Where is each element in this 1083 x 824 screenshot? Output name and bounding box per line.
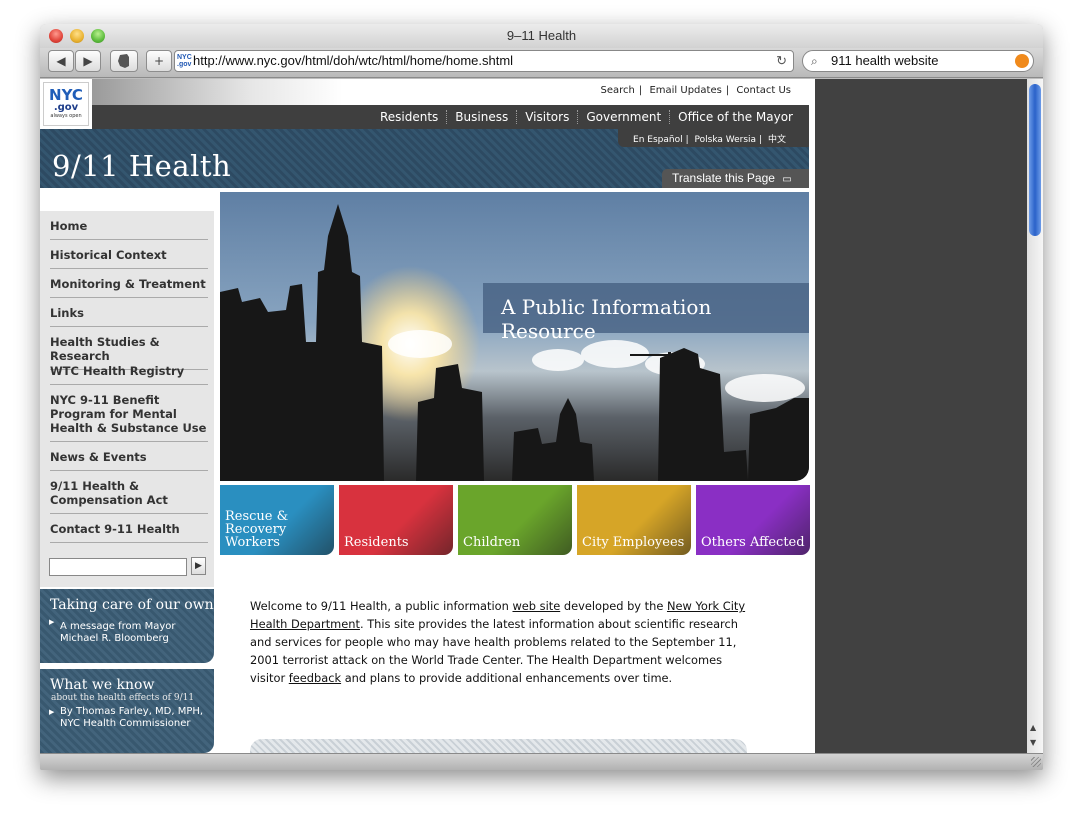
search-link[interactable]: Search <box>601 85 635 96</box>
browser-window: 9–11 Health ◀ ▶ + NYC .gov http://www.nyc… <box>40 24 1043 770</box>
window-title: 9–11 Health <box>506 28 577 43</box>
favicon-icon: NYC .gov <box>177 54 192 68</box>
sidebar-search-input[interactable] <box>49 558 187 576</box>
arrow-right-icon: ▶ <box>195 561 202 571</box>
nav-visitors[interactable]: Visitors <box>516 110 577 124</box>
address-bar[interactable]: NYC .gov http://www.nyc.gov/html/doh/wtc/… <box>174 50 794 72</box>
status-bar <box>40 753 1043 770</box>
intro-text-1: Welcome to 9/11 Health, a public informa… <box>250 599 513 613</box>
sidebar-item-benefit-program[interactable]: NYC 9-11 Benefit Program for Mental Heal… <box>50 393 208 442</box>
scroll-thumb[interactable] <box>1029 84 1041 236</box>
site-banner: En Español | Polska Wersia | 中文 9/11 Healt… <box>40 129 809 188</box>
nav-residents[interactable]: Residents <box>372 110 446 124</box>
tile-residents[interactable]: Residents <box>339 485 453 555</box>
elephant-icon <box>118 54 129 68</box>
speech-bubble-icon: ▭ <box>782 174 792 185</box>
email-updates-link[interactable]: Email Updates <box>649 85 721 96</box>
forward-icon: ▶ <box>83 54 93 68</box>
browser-viewport: NYC .gov always open Search | Email Updat… <box>40 79 1043 753</box>
promo-title: Taking care of our own <box>50 597 214 613</box>
forward-button[interactable]: ▶ <box>75 50 101 72</box>
sidebar-item-compensation-act[interactable]: 9/11 Health & Compensation Act <box>50 479 208 514</box>
tile-label: City Employees <box>582 535 685 550</box>
promo-taking-care[interactable]: Taking care of our own A message from Ma… <box>40 589 214 663</box>
tile-rescue-recovery-workers[interactable]: Rescue & Recovery Workers <box>220 485 334 555</box>
browser-toolbar: ◀ ▶ + NYC .gov http://www.nyc.gov/html/do… <box>40 48 1043 78</box>
sidebar-item-links[interactable]: Links <box>50 306 208 327</box>
lang-polish[interactable]: Polska Wersia <box>695 135 757 145</box>
promo-what-we-know[interactable]: What we know about the health effects of… <box>40 669 214 753</box>
nav-business[interactable]: Business <box>446 110 516 124</box>
back-icon: ◀ <box>56 54 66 68</box>
site-title: 9/11 Health <box>52 149 232 183</box>
language-links: En Español | Polska Wersia | 中文 <box>618 129 809 147</box>
search-field[interactable]: ⌕ 911 health website <box>802 50 1034 72</box>
top-header-bar: Search | Email Updates | Contact Us <box>92 79 809 105</box>
promo-subtitle: about the health effects of 9/11 <box>51 693 195 703</box>
title-bar: 9–11 Health <box>40 24 1043 48</box>
tile-others-affected[interactable]: Others Affected <box>696 485 810 555</box>
tile-label: Rescue & Recovery Workers <box>225 509 289 550</box>
web-site-link[interactable]: web site <box>512 599 560 613</box>
back-button[interactable]: ◀ <box>48 50 74 72</box>
main-nav: Residents Business Visitors Government O… <box>92 105 809 129</box>
tile-city-employees[interactable]: City Employees <box>577 485 691 555</box>
logo-text: NYC <box>49 86 83 104</box>
translate-page-button[interactable]: Translate this Page ▭ <box>662 169 809 188</box>
feedback-link[interactable]: feedback <box>289 671 341 685</box>
sidebar-item-monitoring-treatment[interactable]: Monitoring & Treatment <box>50 277 208 298</box>
tile-label: Children <box>463 535 521 550</box>
sidebar: Home Historical Context Monitoring & Tre… <box>40 211 214 587</box>
utility-links: Search | Email Updates | Contact Us <box>600 85 791 96</box>
scroll-up-icon[interactable]: ▲ <box>1030 723 1036 732</box>
logo-sub: .gov <box>53 102 79 113</box>
web-page: NYC .gov always open Search | Email Updat… <box>40 79 815 753</box>
hero-tagline: A Public Information Resource <box>483 283 809 343</box>
intro-text-4: and plans to provide additional enhancem… <box>341 671 673 685</box>
reload-icon[interactable]: ↻ <box>776 51 787 71</box>
promo-title: What we know <box>50 677 155 693</box>
translate-label: Translate this Page <box>672 171 775 185</box>
contact-us-link[interactable]: Contact Us <box>736 85 791 96</box>
add-bookmark-button[interactable]: + <box>146 50 172 72</box>
intro-text-2: developed by the <box>560 599 667 613</box>
audience-tiles: Rescue & Recovery Workers Residents Chil… <box>220 485 810 555</box>
sidebar-item-historical-context[interactable]: Historical Context <box>50 248 208 269</box>
scroll-down-icon[interactable]: ▼ <box>1030 738 1036 747</box>
logo-tagline: always open <box>50 113 82 119</box>
nav-office-of-the-mayor[interactable]: Office of the Mayor <box>669 110 801 124</box>
nav-government[interactable]: Government <box>577 110 669 124</box>
search-field-value: 911 health website <box>831 53 939 68</box>
go-button[interactable]: ▶ <box>191 557 206 575</box>
sidebar-item-home[interactable]: Home <box>50 219 208 240</box>
evernote-button[interactable] <box>110 50 138 72</box>
tile-label: Others Affected <box>701 535 805 550</box>
tile-children[interactable]: Children <box>458 485 572 555</box>
sidebar-item-wtc-registry[interactable]: WTC Health Registry <box>50 364 208 385</box>
promo-text: By Thomas Farley, MD, MPH, NYC Health Co… <box>40 703 214 730</box>
promo-text: A message from Mayor Michael R. Bloomber… <box>40 613 214 645</box>
url-text: http://www.nyc.gov/html/doh/wtc/html/hom… <box>193 53 514 68</box>
nyc-gov-logo[interactable]: NYC .gov always open <box>43 82 89 126</box>
hero-image: A Public Information Resource <box>220 192 809 481</box>
lang-chinese[interactable]: 中文 <box>768 135 786 145</box>
vertical-scrollbar[interactable]: ▲ ▼ <box>1027 79 1043 753</box>
content-box-top <box>250 739 747 753</box>
search-icon: ⌕ <box>811 54 818 68</box>
snapback-icon[interactable] <box>1015 54 1029 68</box>
lang-spanish[interactable]: En Español <box>633 135 683 145</box>
sidebar-item-news-events[interactable]: News & Events <box>50 450 208 471</box>
resize-grip-icon[interactable] <box>1031 757 1041 767</box>
plus-icon: + <box>153 54 165 68</box>
intro-paragraph: Welcome to 9/11 Health, a public informa… <box>250 597 755 687</box>
sidebar-item-contact[interactable]: Contact 9-11 Health <box>50 522 208 543</box>
tile-label: Residents <box>344 535 409 550</box>
